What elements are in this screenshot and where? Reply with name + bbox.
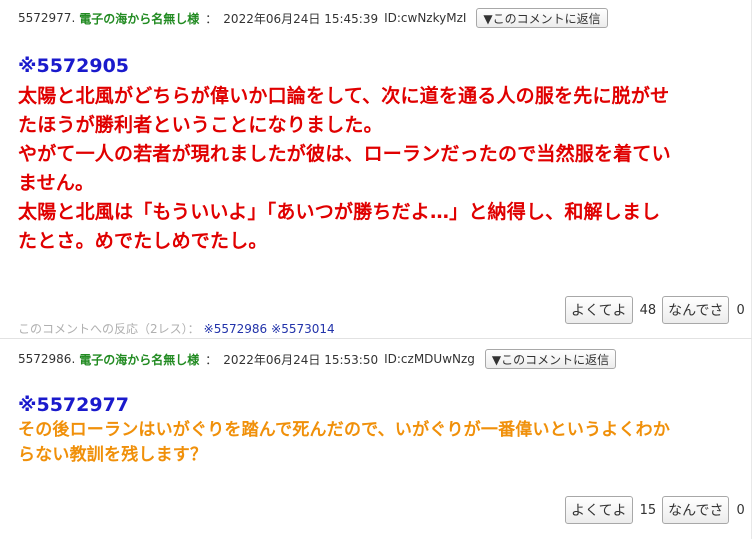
header-separator: ： <box>205 11 218 26</box>
body-line: ません。 <box>18 172 95 194</box>
vote-area: よくてよ 48 なんでさ 0 <box>565 296 751 324</box>
reply-button[interactable]: ▼このコメントに返信 <box>476 8 608 28</box>
anchor-link[interactable]: ※5572905 <box>18 55 129 77</box>
commenter-name: 電子の海から名無し様 <box>79 11 200 26</box>
bad-button[interactable]: なんでさ <box>662 496 730 524</box>
bad-button[interactable]: なんでさ <box>662 296 730 324</box>
good-button[interactable]: よくてよ <box>565 296 633 324</box>
commenter-id: ID:czMDUwNzg <box>384 352 475 366</box>
comment-number: 5572977. <box>18 11 76 25</box>
vote-area: よくてよ 15 なんでさ 0 <box>565 496 751 524</box>
comment-5572977: 5572977. 電子の海から名無し様 ： 2022年06月24日 15:45:… <box>0 0 752 338</box>
comment-date: 2022年06月24日 15:45:39 <box>223 11 379 26</box>
body-line: やがて一人の若者が現れましたが彼は、ローランだったので当然服を着てい <box>18 143 671 165</box>
reaction-link[interactable]: ※5572986 <box>204 322 268 336</box>
reactions-line: このコメントへの反応（2レス）： ※5572986 ※5573014 <box>18 320 335 337</box>
commenter-id: ID:cwNzkyMzI <box>384 11 467 25</box>
comment-body: その後ローランはいがぐりを踏んで死んだので、いがぐりが一番偉いというよくわか ら… <box>18 418 708 468</box>
comment-5572986: 5572986. 電子の海から名無し様 ： 2022年06月24日 15:53:… <box>0 341 752 539</box>
comment-header: 5572986. 電子の海から名無し様 ： 2022年06月24日 15:53:… <box>18 348 617 370</box>
body-line: 太陽と北風は「もういいよ」「あいつが勝ちだよ…」と納得し、和解しまし <box>18 201 661 223</box>
body-line: たとさ。めでたしめでたし。 <box>18 230 268 252</box>
anchor-link[interactable]: ※5572977 <box>18 394 129 416</box>
good-button[interactable]: よくてよ <box>565 496 633 524</box>
comment-header: 5572977. 電子の海から名無し様 ： 2022年06月24日 15:45:… <box>18 7 608 29</box>
body-line: らない教訓を残します？ <box>18 445 208 465</box>
body-line: たほうが勝利者ということになりました。 <box>18 114 383 136</box>
comment-date: 2022年06月24日 15:53:50 <box>223 352 379 367</box>
good-count: 48 <box>639 302 657 318</box>
comment-body: 太陽と北風がどちらが偉いか口論をして、次に道を通る人の服を先に脱がせ たほうが勝… <box>18 82 708 256</box>
reactions-label: このコメントへの反応（2レス）： <box>18 322 200 336</box>
header-separator: ： <box>205 352 218 367</box>
reply-button[interactable]: ▼このコメントに返信 <box>484 349 617 369</box>
bad-count: 0 <box>736 302 745 318</box>
body-line: 太陽と北風がどちらが偉いか口論をして、次に道を通る人の服を先に脱がせ <box>18 85 670 107</box>
body-line: その後ローランはいがぐりを踏んで死んだので、いがぐりが一番偉いというよくわか <box>18 420 671 440</box>
commenter-name: 電子の海から名無し様 <box>79 352 200 367</box>
bad-count: 0 <box>736 502 745 518</box>
good-count: 15 <box>639 502 657 518</box>
comment-number: 5572986. <box>18 352 76 366</box>
comment-divider <box>0 338 752 339</box>
reaction-link[interactable]: ※5573014 <box>271 322 335 336</box>
